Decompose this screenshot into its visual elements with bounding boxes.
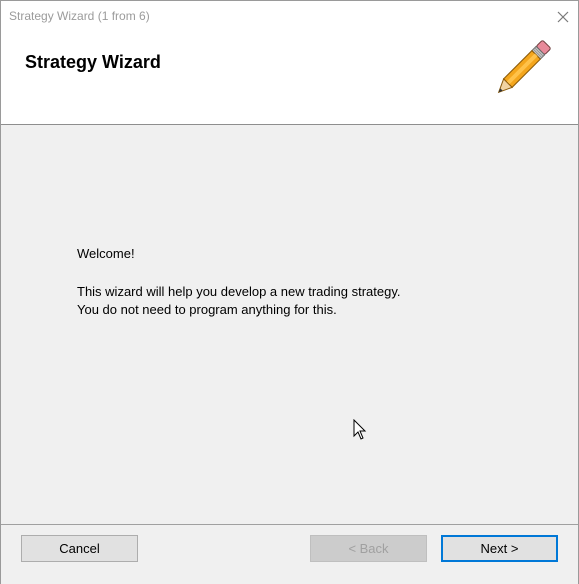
pencil-icon [497, 40, 551, 94]
wizard-window: Strategy Wizard (1 from 6) Strategy Wiza… [0, 0, 579, 584]
wizard-header: Strategy Wizard [1, 32, 578, 125]
mouse-cursor-icon [353, 419, 367, 440]
page-title: Strategy Wizard [25, 52, 161, 72]
description: This wizard will help you develop a new … [77, 283, 400, 319]
cancel-button[interactable]: Cancel [21, 535, 138, 562]
welcome-text: Welcome! [77, 246, 135, 261]
title-bar: Strategy Wizard (1 from 6) [1, 1, 578, 32]
window-title: Strategy Wizard (1 from 6) [9, 9, 150, 23]
close-button[interactable] [548, 1, 578, 32]
close-icon [557, 11, 569, 22]
description-line: You do not need to program anything for … [77, 302, 337, 317]
description-line: This wizard will help you develop a new … [77, 284, 401, 299]
back-button[interactable]: < Back [310, 535, 427, 562]
next-button[interactable]: Next > [441, 535, 558, 562]
wizard-content: Welcome! This wizard will help you devel… [1, 125, 578, 524]
wizard-footer: Cancel < Back Next > [1, 524, 578, 584]
